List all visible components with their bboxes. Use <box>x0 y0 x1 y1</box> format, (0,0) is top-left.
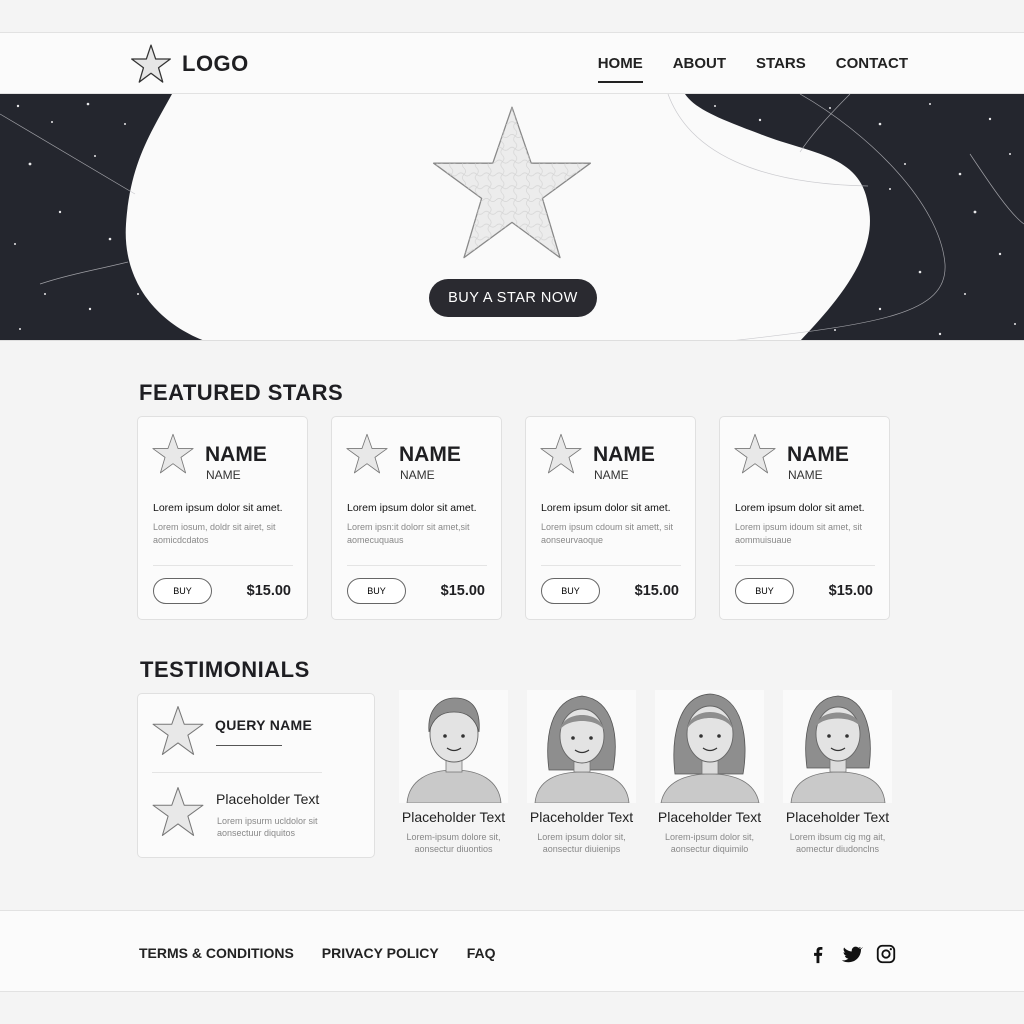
logo-text: LOGO <box>182 51 249 76</box>
hero-banner: BUY A STAR NOW <box>0 94 1024 341</box>
divider <box>735 565 875 566</box>
nav-about[interactable]: ABOUT <box>673 55 726 83</box>
star-card: NAME NAME Lorem ipsum dolor sit amet. Lo… <box>331 416 502 620</box>
testimonial-card: Placeholder Text Lorem-ipsum dolor sit, … <box>655 690 764 855</box>
card-price: $15.00 <box>828 583 873 599</box>
card-price: $15.00 <box>634 583 679 599</box>
buy-button[interactable]: BUY <box>735 578 794 604</box>
site-footer: TERMS & CONDITIONS PRIVACY POLICY FAQ <box>0 910 1024 992</box>
nav-stars[interactable]: STARS <box>756 55 806 83</box>
testimonial-card: Placeholder Text Lorem ibsum cig mg ait,… <box>783 690 892 855</box>
social-links <box>807 943 897 965</box>
card-name: NAME <box>399 443 461 466</box>
card-name: NAME <box>787 443 849 466</box>
testimonials-title: TESTIMONIALS <box>140 657 310 682</box>
card-lead: Lorem ipsum dolor sit amet. <box>347 502 477 514</box>
testimonial-title: Placeholder Text <box>401 809 506 825</box>
star-icon <box>346 433 388 474</box>
query-item-description: Lorem ipsurm ucldolor sit aonsectuur diq… <box>217 816 318 838</box>
star-icon <box>152 787 204 836</box>
divider <box>216 745 282 746</box>
testimonial-description: Lorem-ipsum dolor sit, aonsectur diquimi… <box>664 832 755 854</box>
card-subtitle: NAME <box>206 468 241 482</box>
testimonial-description: Lorem ibsum cig mg ait, aomectur diudonc… <box>789 832 886 854</box>
testimonial-card: Placeholder Text Lorem-ipsum dolore sit,… <box>399 690 508 855</box>
twitter-icon[interactable] <box>841 943 863 965</box>
card-subtitle: NAME <box>594 468 629 482</box>
divider <box>541 565 681 566</box>
star-card: NAME NAME Lorem ipsum dolor sit amet. Lo… <box>719 416 890 620</box>
buy-button[interactable]: BUY <box>347 578 406 604</box>
buy-button[interactable]: BUY <box>153 578 212 604</box>
card-name: NAME <box>205 443 267 466</box>
card-description: Lorem iosum, doldr sit airet, sit aomicd… <box>153 522 276 545</box>
avatar <box>399 690 508 803</box>
star-card: NAME NAME Lorem ipsum dolor sit amet. Lo… <box>525 416 696 620</box>
testimonial-people: Placeholder Text Lorem-ipsum dolore sit,… <box>399 690 892 855</box>
testimonial-card: Placeholder Text Lorem ipsum dolor sit, … <box>527 690 636 855</box>
testimonial-title: Placeholder Text <box>529 809 634 825</box>
star-icon <box>734 433 776 474</box>
footer-links: TERMS & CONDITIONS PRIVACY POLICY FAQ <box>139 945 496 961</box>
featured-cards: NAME NAME Lorem ipsum dolor sit amet. Lo… <box>137 416 890 620</box>
facebook-icon[interactable] <box>807 943 829 965</box>
testimonial-description: Lorem-ipsum dolore sit, aonsectur diuont… <box>406 832 501 854</box>
card-price: $15.00 <box>440 583 485 599</box>
card-lead: Lorem ipsum dolor sit amet. <box>735 502 865 514</box>
query-card: QUERY NAME Placeholder Text Lorem ipsurm… <box>137 693 375 858</box>
query-name: QUERY NAME <box>215 717 313 733</box>
card-subtitle: NAME <box>788 468 823 482</box>
star-card: NAME NAME Lorem ipsum dolor sit amet. Lo… <box>137 416 308 620</box>
card-description: Lorem ipsum cdoum sit amett, sit aonseur… <box>541 522 674 545</box>
card-subtitle: NAME <box>400 468 435 482</box>
card-lead: Lorem ipsum dolor sit amet. <box>541 502 671 514</box>
site-header: LOGO HOME ABOUT STARS CONTACT <box>0 32 1024 94</box>
star-icon <box>152 433 194 474</box>
divider <box>347 565 487 566</box>
privacy-link[interactable]: PRIVACY POLICY <box>322 945 439 961</box>
card-price: $15.00 <box>246 583 291 599</box>
avatar <box>783 690 892 803</box>
nav-contact[interactable]: CONTACT <box>836 55 908 83</box>
card-lead: Lorem ipsum dolor sit amet. <box>153 502 283 514</box>
divider <box>153 565 293 566</box>
star-icon <box>540 433 582 474</box>
logo[interactable]: LOGO <box>130 43 249 85</box>
card-description: Lorem ipsum idoum sit amet, sit aommuisu… <box>735 522 863 545</box>
nav-home[interactable]: HOME <box>597 55 643 83</box>
divider <box>152 772 322 773</box>
main-nav: HOME ABOUT STARS CONTACT <box>597 55 908 83</box>
testimonial-title: Placeholder Text <box>785 809 890 825</box>
featured-title: FEATURED STARS <box>139 380 344 405</box>
avatar <box>655 690 764 803</box>
buy-star-button[interactable]: BUY A STAR NOW <box>429 279 597 317</box>
star-icon <box>152 706 204 755</box>
testimonial-title: Placeholder Text <box>657 809 762 825</box>
testimonial-description: Lorem ipsum dolor sit, aonsectur diuieni… <box>537 832 626 854</box>
faq-link[interactable]: FAQ <box>467 945 496 961</box>
card-name: NAME <box>593 443 655 466</box>
instagram-icon[interactable] <box>875 943 897 965</box>
query-item-title: Placeholder Text <box>216 791 320 807</box>
avatar <box>527 690 636 803</box>
buy-button[interactable]: BUY <box>541 578 600 604</box>
card-description: Lorem ipsn:it dolorr sit amet,sit aomecu… <box>347 522 470 545</box>
hero-star-icon <box>432 106 592 259</box>
star-icon <box>130 43 172 85</box>
terms-link[interactable]: TERMS & CONDITIONS <box>139 945 294 961</box>
